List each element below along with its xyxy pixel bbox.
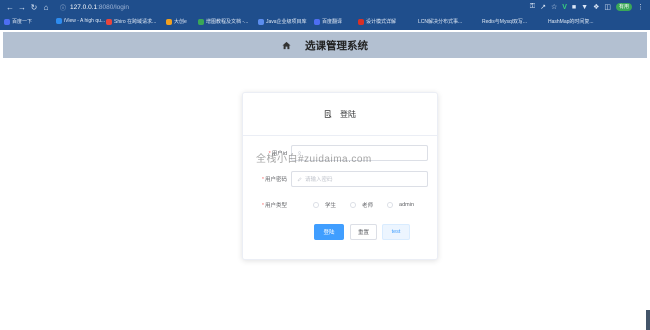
user-type-label: *用户类型: [261, 203, 287, 209]
bookmark-label: 设计模式详解: [366, 19, 397, 25]
password-placeholder: 请输入密码: [305, 177, 333, 183]
bookmark-item[interactable]: Shiro 在跨域请求...: [106, 18, 156, 25]
bookmark-item[interactable]: 大创e: [166, 18, 187, 25]
bookmark-favicon-icon: [540, 18, 546, 25]
bookmark-favicon-icon: [166, 18, 172, 25]
login-title: 登陆: [340, 109, 356, 119]
home-icon[interactable]: [282, 41, 291, 50]
address-bar[interactable]: ⓘ 127.0.0.1:8080/login: [60, 3, 129, 12]
bookmark-favicon-icon: [314, 18, 320, 25]
password-input[interactable]: 请输入密码: [291, 171, 428, 187]
bookmark-favicon-icon: [106, 18, 112, 25]
url-path: :8080/login: [97, 3, 129, 11]
app-header: 选课管理系统: [3, 32, 647, 58]
profile-badge[interactable]: 有用: [615, 3, 632, 11]
bookmark-favicon-icon: [358, 18, 364, 25]
bookmark-label: 百度一下: [12, 19, 33, 25]
bookmark-label: 大创e: [174, 19, 187, 25]
bookmark-label: 百度翻译: [322, 19, 343, 25]
bookmark-favicon-icon: [198, 18, 204, 25]
bookmark-item[interactable]: 百度翻译: [314, 18, 342, 25]
puzzle-icon[interactable]: ❖: [593, 3, 599, 11]
app-title: 选课管理系统: [305, 39, 368, 52]
browser-chrome: ← → ↻ ⌂ ⓘ 127.0.0.1:8080/login ⚿ ↗ ☆ V ■…: [0, 0, 650, 30]
bookmark-item[interactable]: 百度一下: [4, 18, 32, 25]
password-row: *用户密码 请输入密码: [243, 171, 439, 187]
user-id-input[interactable]: [291, 145, 428, 161]
user-icon: [297, 150, 302, 156]
bookmark-label: Shiro 在跨域请求...: [114, 19, 157, 25]
bookmark-item[interactable]: LCN解决分布式事...: [410, 18, 462, 25]
bookmark-favicon-icon: [4, 18, 10, 25]
extension-icon-2[interactable]: ▼: [581, 4, 588, 11]
site-info-icon[interactable]: ⓘ: [60, 3, 66, 12]
star-icon[interactable]: ☆: [551, 3, 557, 11]
pencil-icon: [297, 176, 302, 181]
user-id-label: *用户id: [268, 151, 287, 157]
home-icon[interactable]: ⌂: [40, 3, 52, 12]
login-card: 登陆 *用户id *用户密码 请输入密码 *用户类型 学生 老师 admin 登…: [242, 92, 438, 260]
radio-teacher[interactable]: 老师: [350, 201, 373, 209]
radio-circle[interactable]: [350, 202, 357, 208]
bookmark-item[interactable]: HashMap的时间复...: [540, 18, 594, 25]
test-button[interactable]: test: [382, 224, 410, 240]
extension-icon[interactable]: ■: [572, 4, 576, 11]
share-icon[interactable]: ↗: [540, 3, 546, 11]
side-scroll-tab[interactable]: [646, 310, 650, 330]
reload-icon[interactable]: ↻: [28, 3, 40, 12]
vue-devtools-icon[interactable]: V: [562, 4, 567, 11]
bookmark-label: iView - A high qu...: [64, 18, 106, 24]
reset-button[interactable]: 重置: [350, 224, 377, 240]
bookmark-item[interactable]: iView - A high qu...: [56, 18, 105, 24]
menu-dots-icon[interactable]: ⋮: [637, 3, 644, 11]
bookmarks-bar: 百度一下 iView - A high qu... Shiro 在跨域请求... 大创…: [0, 15, 650, 28]
bookmark-label: Java企业级项目库: [266, 19, 307, 25]
user-id-row: *用户id: [243, 145, 439, 161]
bookmark-favicon-icon: [410, 18, 416, 25]
bookmark-item[interactable]: Java企业级项目库: [258, 18, 307, 25]
bookmark-item[interactable]: Redis与Mysql双写...: [474, 18, 527, 25]
sidebar-icon[interactable]: ◫: [604, 3, 611, 11]
bookmark-favicon-icon: [258, 18, 264, 25]
user-type-row: *用户类型 学生 老师 admin: [243, 201, 439, 209]
bookmark-label: 增图教程及文档 -...: [206, 19, 249, 25]
password-label: *用户密码: [261, 177, 287, 183]
radio-admin[interactable]: admin: [387, 202, 414, 208]
bookmark-label: HashMap的时间复...: [548, 19, 594, 25]
bookmark-favicon-icon: [474, 18, 480, 25]
radio-circle[interactable]: [313, 202, 319, 208]
back-arrow-icon[interactable]: ←: [4, 3, 16, 12]
bookmark-item[interactable]: 设计模式详解: [358, 18, 396, 25]
bookmark-label: Redis与Mysql双写...: [482, 19, 528, 25]
radio-circle[interactable]: [387, 202, 394, 208]
bookmark-favicon-icon: [56, 18, 62, 24]
bookmark-label: LCN解决分布式事...: [418, 19, 463, 25]
document-icon: [324, 110, 332, 118]
login-card-header: 登陆: [243, 93, 437, 136]
key-icon[interactable]: ⚿: [530, 3, 535, 11]
forward-arrow-icon[interactable]: →: [16, 3, 28, 12]
bookmark-item[interactable]: 增图教程及文档 -...: [198, 18, 248, 25]
extensions-bar: ⚿ ↗ ☆ V ■ ▼ ❖ ◫ 有用 ⋮: [530, 2, 644, 12]
login-button[interactable]: 登陆: [314, 224, 344, 240]
url-host: 127.0.0.1: [70, 3, 98, 11]
radio-student[interactable]: 学生: [313, 201, 336, 209]
user-type-radio-group: 学生 老师 admin: [313, 201, 414, 209]
